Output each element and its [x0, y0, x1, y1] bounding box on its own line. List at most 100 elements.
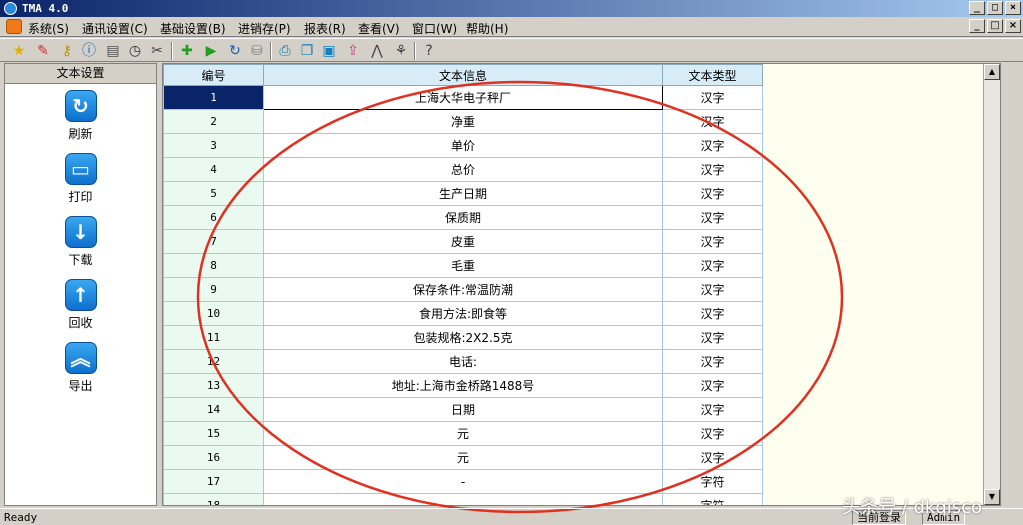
row-number-cell[interactable]: 10	[163, 301, 264, 326]
row-type-cell[interactable]: 字符	[662, 469, 763, 494]
add-icon[interactable]: ✚	[178, 42, 196, 60]
row-info-cell[interactable]: 单价	[263, 133, 663, 158]
menu-help[interactable]: 帮助(H)	[466, 20, 508, 37]
scissors-icon[interactable]: ✂	[148, 42, 166, 60]
column-header-type[interactable]: 文本类型	[662, 64, 763, 86]
row-info-cell[interactable]: 包装规格:2X2.5克	[263, 325, 663, 350]
help-icon[interactable]: ?	[420, 42, 438, 60]
row-info-cell[interactable]: -	[263, 493, 663, 505]
print-button[interactable]: ▭ 打印	[5, 153, 156, 205]
tree-icon[interactable]: ⚘	[392, 42, 410, 60]
menu-system[interactable]: 系统(S)	[28, 20, 69, 37]
export-icon[interactable]: ⇪	[344, 42, 362, 60]
scroll-down-icon[interactable]: ▼	[984, 489, 1000, 505]
row-number-cell[interactable]: 18	[163, 493, 264, 505]
row-number-cell[interactable]: 11	[163, 325, 264, 350]
row-type-cell[interactable]: 汉字	[662, 397, 763, 422]
row-type-cell[interactable]: 字符	[662, 493, 763, 505]
row-info-cell[interactable]: -	[263, 469, 663, 494]
row-info-cell[interactable]: 元	[263, 421, 663, 446]
menu-view[interactable]: 查看(V)	[358, 20, 400, 37]
row-info-cell[interactable]: 食用方法:即食等	[263, 301, 663, 326]
row-info-cell[interactable]: 电话:	[263, 349, 663, 374]
row-number-cell[interactable]: 13	[163, 373, 264, 398]
database-icon[interactable]: ⛁	[248, 42, 266, 60]
row-number-cell[interactable]: 8	[163, 253, 264, 278]
refresh-button[interactable]: ↻ 刷新	[5, 90, 156, 142]
table-row[interactable]: 15 元汉字	[163, 421, 763, 446]
row-type-cell[interactable]: 汉字	[662, 157, 763, 182]
row-info-cell[interactable]: 生产日期	[263, 181, 663, 206]
row-type-cell[interactable]: 汉字	[662, 133, 763, 158]
row-type-cell[interactable]: 汉字	[662, 445, 763, 470]
row-type-cell[interactable]: 汉字	[662, 301, 763, 326]
column-header-number[interactable]: 编号	[163, 64, 264, 86]
row-number-cell[interactable]: 6	[163, 205, 264, 230]
column-header-info[interactable]: 文本信息	[263, 64, 663, 86]
play-icon[interactable]: ▶	[202, 42, 220, 60]
row-number-cell[interactable]: 17	[163, 469, 264, 494]
row-info-cell[interactable]: 保存条件:常温防潮	[263, 277, 663, 302]
row-type-cell[interactable]: 汉字	[662, 277, 763, 302]
close-button[interactable]: ×	[1005, 1, 1021, 15]
row-number-cell[interactable]: 12	[163, 349, 264, 374]
row-type-cell[interactable]: 汉字	[662, 205, 763, 230]
row-info-cell[interactable]: 皮重	[263, 229, 663, 254]
menu-communication[interactable]: 通讯设置(C)	[82, 20, 148, 37]
row-number-cell[interactable]: 5	[163, 181, 264, 206]
table-row[interactable]: 13 地址:上海市金桥路1488号 汉字	[163, 373, 763, 398]
table-row[interactable]: 14 日期 汉字	[163, 397, 763, 422]
chart-icon[interactable]: ⋀	[368, 42, 386, 60]
row-number-cell[interactable]: 1	[163, 85, 264, 110]
mdi-close-button[interactable]: ×	[1005, 19, 1021, 33]
table-row[interactable]: 9 保存条件:常温防潮 汉字	[163, 277, 763, 302]
table-row[interactable]: 3 单价 汉字	[163, 133, 763, 158]
row-number-cell[interactable]: 15	[163, 421, 264, 446]
refresh-icon[interactable]: ↻	[226, 42, 244, 60]
print-icon[interactable]: ⎙	[276, 42, 294, 60]
document-window-icon[interactable]	[6, 19, 22, 34]
table-row[interactable]: 11 包装规格:2X2.5克 汉字	[163, 325, 763, 350]
table-row[interactable]: 12 电话: 汉字	[163, 349, 763, 374]
table-row[interactable]: 5 生产日期 汉字	[163, 181, 763, 206]
vertical-scrollbar[interactable]: ▲ ▼	[983, 64, 1000, 505]
row-info-cell[interactable]: 元	[263, 445, 663, 470]
row-type-cell[interactable]: 汉字	[662, 349, 763, 374]
table-row[interactable]: 1 上海大华电子秤厂 汉字	[163, 85, 763, 110]
row-info-cell[interactable]: 净重	[263, 109, 663, 134]
row-info-cell[interactable]: 地址:上海市金桥路1488号	[263, 373, 663, 398]
row-number-cell[interactable]: 14	[163, 397, 264, 422]
row-number-cell[interactable]: 4	[163, 157, 264, 182]
row-number-cell[interactable]: 2	[163, 109, 264, 134]
info-icon[interactable]: ⓘ	[80, 42, 98, 60]
table-row[interactable]: 10 食用方法:即食等 汉字	[163, 301, 763, 326]
row-number-cell[interactable]: 3	[163, 133, 264, 158]
row-info-cell[interactable]: 日期	[263, 397, 663, 422]
menu-inventory[interactable]: 进销存(P)	[238, 20, 291, 37]
document-icon[interactable]: ▤	[104, 42, 122, 60]
download-button[interactable]: ↓ 下载	[5, 216, 156, 268]
copy-icon[interactable]: ❐	[298, 42, 316, 60]
row-type-cell[interactable]: 汉字	[662, 373, 763, 398]
row-info-cell[interactable]: 毛重	[263, 253, 663, 278]
save-icon[interactable]: ▣	[320, 42, 338, 60]
row-type-cell[interactable]: 汉字	[662, 109, 763, 134]
table-row[interactable]: 16 元汉字	[163, 445, 763, 470]
pen-icon[interactable]: ✎	[34, 42, 52, 60]
menu-window[interactable]: 窗口(W)	[412, 20, 457, 37]
maximize-button[interactable]: □	[987, 1, 1003, 15]
row-type-cell[interactable]: 汉字	[662, 85, 763, 110]
menu-basic-settings[interactable]: 基础设置(B)	[160, 20, 226, 37]
row-number-cell[interactable]: 9	[163, 277, 264, 302]
menu-reports[interactable]: 报表(R)	[304, 20, 346, 37]
mdi-restore-button[interactable]: □	[987, 19, 1003, 33]
table-row[interactable]: 4 总价 汉字	[163, 157, 763, 182]
export-button[interactable]: ︽ 导出	[5, 342, 156, 394]
table-row[interactable]: 17- 字符	[163, 469, 763, 494]
minimize-button[interactable]: _	[969, 1, 985, 15]
row-type-cell[interactable]: 汉字	[662, 229, 763, 254]
row-info-cell[interactable]: 保质期	[263, 205, 663, 230]
key-icon[interactable]: ⚷	[58, 42, 76, 60]
clock-icon[interactable]: ◷	[126, 42, 144, 60]
table-row[interactable]: 2 净重 汉字	[163, 109, 763, 134]
